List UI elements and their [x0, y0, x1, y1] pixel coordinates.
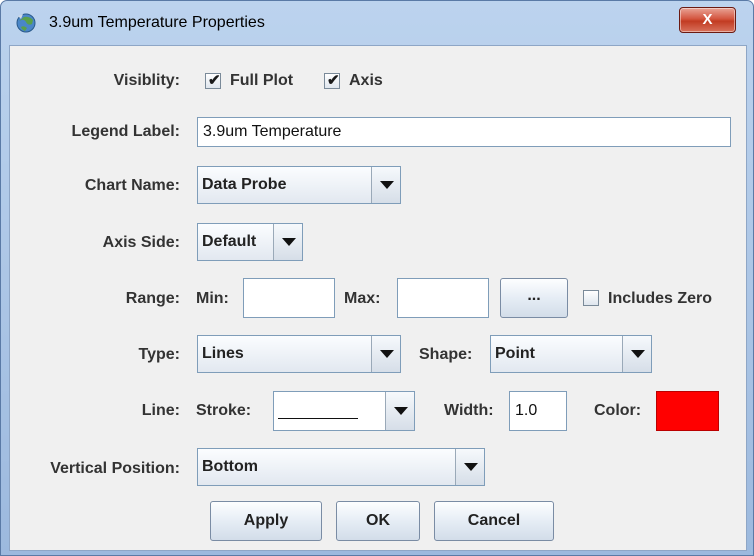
range-max-label: Max:	[344, 290, 381, 307]
chevron-down-icon[interactable]	[455, 449, 484, 485]
axis-side-dropdown[interactable]: Default	[197, 223, 303, 261]
chevron-down-icon[interactable]	[371, 336, 400, 372]
close-button[interactable]: X	[679, 7, 736, 33]
type-value: Lines	[202, 345, 244, 362]
axis-label: Axis	[349, 72, 383, 89]
shape-value: Point	[495, 345, 535, 362]
title-bar[interactable]: 3.9um Temperature Properties X	[1, 1, 753, 45]
axis-side-label: Axis Side:	[102, 234, 180, 251]
range-more-button[interactable]: ...	[500, 278, 568, 318]
range-max-input[interactable]	[397, 278, 489, 318]
checkmark-icon: ✔	[327, 72, 340, 89]
chart-name-dropdown[interactable]: Data Probe	[197, 166, 401, 204]
type-label: Type:	[138, 346, 180, 363]
axis-side-value: Default	[202, 233, 257, 250]
checkmark-icon: ✔	[208, 72, 221, 89]
range-min-label: Min:	[196, 290, 229, 307]
vertical-position-value: Bottom	[202, 458, 258, 475]
vertical-position-dropdown[interactable]: Bottom	[197, 448, 485, 486]
axis-checkbox[interactable]: ✔	[324, 72, 340, 89]
stroke-dropdown[interactable]	[273, 391, 415, 431]
chart-name-label: Chart Name:	[84, 177, 180, 194]
full-plot-checkbox[interactable]: ✔	[205, 72, 221, 89]
vertical-position-label: Vertical Position:	[50, 460, 180, 477]
includes-zero-checkbox[interactable]	[583, 290, 599, 306]
stroke-label: Stroke:	[196, 402, 252, 419]
visibility-label: Visiblity:	[113, 72, 180, 89]
stroke-preview	[278, 418, 358, 419]
dialog-content: Visiblity: ✔ Full Plot ✔ Axis Legend Lab…	[9, 45, 747, 551]
width-label: Width:	[444, 402, 494, 419]
type-dropdown[interactable]: Lines	[197, 335, 401, 373]
shape-dropdown[interactable]: Point	[490, 335, 652, 373]
apply-button[interactable]: Apply	[210, 501, 322, 541]
shape-label: Shape:	[419, 346, 473, 363]
legend-label-input[interactable]: 3.9um Temperature	[197, 117, 731, 147]
chevron-down-icon[interactable]	[273, 224, 302, 260]
range-label: Range:	[125, 290, 180, 307]
color-swatch[interactable]	[656, 391, 719, 431]
chevron-down-icon[interactable]	[622, 336, 651, 372]
chart-name-value: Data Probe	[202, 176, 287, 193]
globe-icon	[16, 13, 36, 33]
width-input[interactable]: 1.0	[509, 391, 567, 431]
legend-label: Legend Label:	[71, 123, 180, 140]
color-label: Color:	[594, 402, 642, 419]
window-title: 3.9um Temperature Properties	[49, 14, 265, 31]
full-plot-label: Full Plot	[230, 72, 294, 89]
ok-button[interactable]: OK	[336, 501, 420, 541]
cancel-button[interactable]: Cancel	[434, 501, 554, 541]
line-label: Line:	[141, 402, 180, 419]
range-min-input[interactable]	[243, 278, 335, 318]
chevron-down-icon[interactable]	[371, 167, 400, 203]
properties-dialog: 3.9um Temperature Properties X Visiblity…	[0, 0, 754, 556]
chevron-down-icon[interactable]	[385, 392, 414, 430]
includes-zero-label: Includes Zero	[608, 290, 713, 307]
